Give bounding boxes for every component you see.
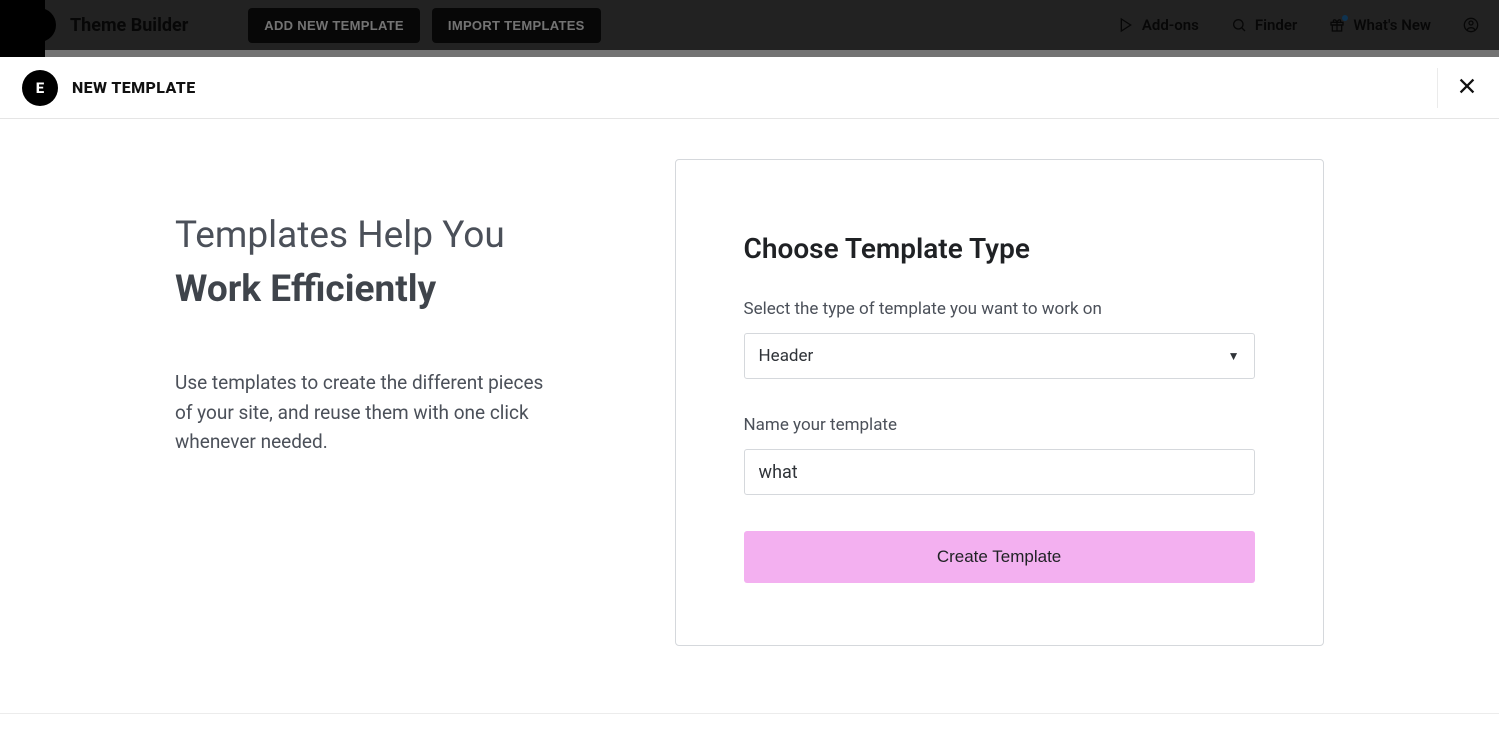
chevron-down-icon: ▼	[1228, 349, 1240, 363]
search-icon	[1231, 17, 1247, 33]
nav-finder[interactable]: Finder	[1231, 16, 1297, 34]
top-nav-right: Add-ons Finder What's New	[1118, 16, 1499, 34]
close-icon	[1456, 75, 1478, 101]
addons-icon	[1118, 17, 1134, 33]
nav-finder-label: Finder	[1255, 16, 1297, 34]
gift-icon	[1329, 17, 1345, 33]
nav-account[interactable]	[1463, 17, 1479, 33]
create-template-button[interactable]: Create Template	[744, 531, 1255, 583]
modal-body: Templates Help You Work Efficiently Use …	[0, 119, 1499, 714]
type-select-label: Select the type of template you want to …	[744, 299, 1255, 319]
intro-panel: Templates Help You Work Efficiently Use …	[0, 119, 675, 714]
user-circle-icon	[1463, 17, 1479, 33]
intro-heading: Templates Help You Work Efficiently	[175, 209, 675, 316]
add-new-template-button[interactable]: ADD NEW TEMPLATE	[248, 8, 420, 43]
template-type-value: Header	[759, 346, 814, 366]
card-title: Choose Template Type	[744, 232, 1255, 265]
intro-heading-line1: Templates Help You	[175, 214, 505, 257]
form-panel: Choose Template Type Select the type of …	[675, 119, 1499, 714]
modal-title: NEW TEMPLATE	[72, 78, 196, 97]
close-modal-button[interactable]	[1437, 68, 1477, 108]
import-templates-button[interactable]: IMPORT TEMPLATES	[432, 8, 601, 43]
sidebar-stub	[0, 0, 45, 57]
template-form-card: Choose Template Type Select the type of …	[675, 159, 1324, 646]
app-title: Theme Builder	[70, 15, 188, 36]
intro-heading-line2: Work Efficiently	[175, 268, 436, 311]
nav-whats-new[interactable]: What's New	[1329, 16, 1431, 34]
nav-whats-new-label: What's New	[1353, 16, 1431, 34]
nav-addons-label: Add-ons	[1142, 16, 1199, 34]
modal-header: E NEW TEMPLATE	[0, 57, 1499, 119]
template-name-input[interactable]	[744, 449, 1255, 495]
template-type-select[interactable]: Header ▼	[744, 333, 1255, 379]
footer-divider	[0, 713, 1499, 714]
name-input-label: Name your template	[744, 415, 1255, 435]
elementor-logo-icon: E	[22, 70, 58, 106]
app-topbar: E Theme Builder ADD NEW TEMPLATE IMPORT …	[0, 0, 1499, 50]
nav-addons[interactable]: Add-ons	[1118, 16, 1199, 34]
intro-description: Use templates to create the different pi…	[175, 368, 545, 456]
